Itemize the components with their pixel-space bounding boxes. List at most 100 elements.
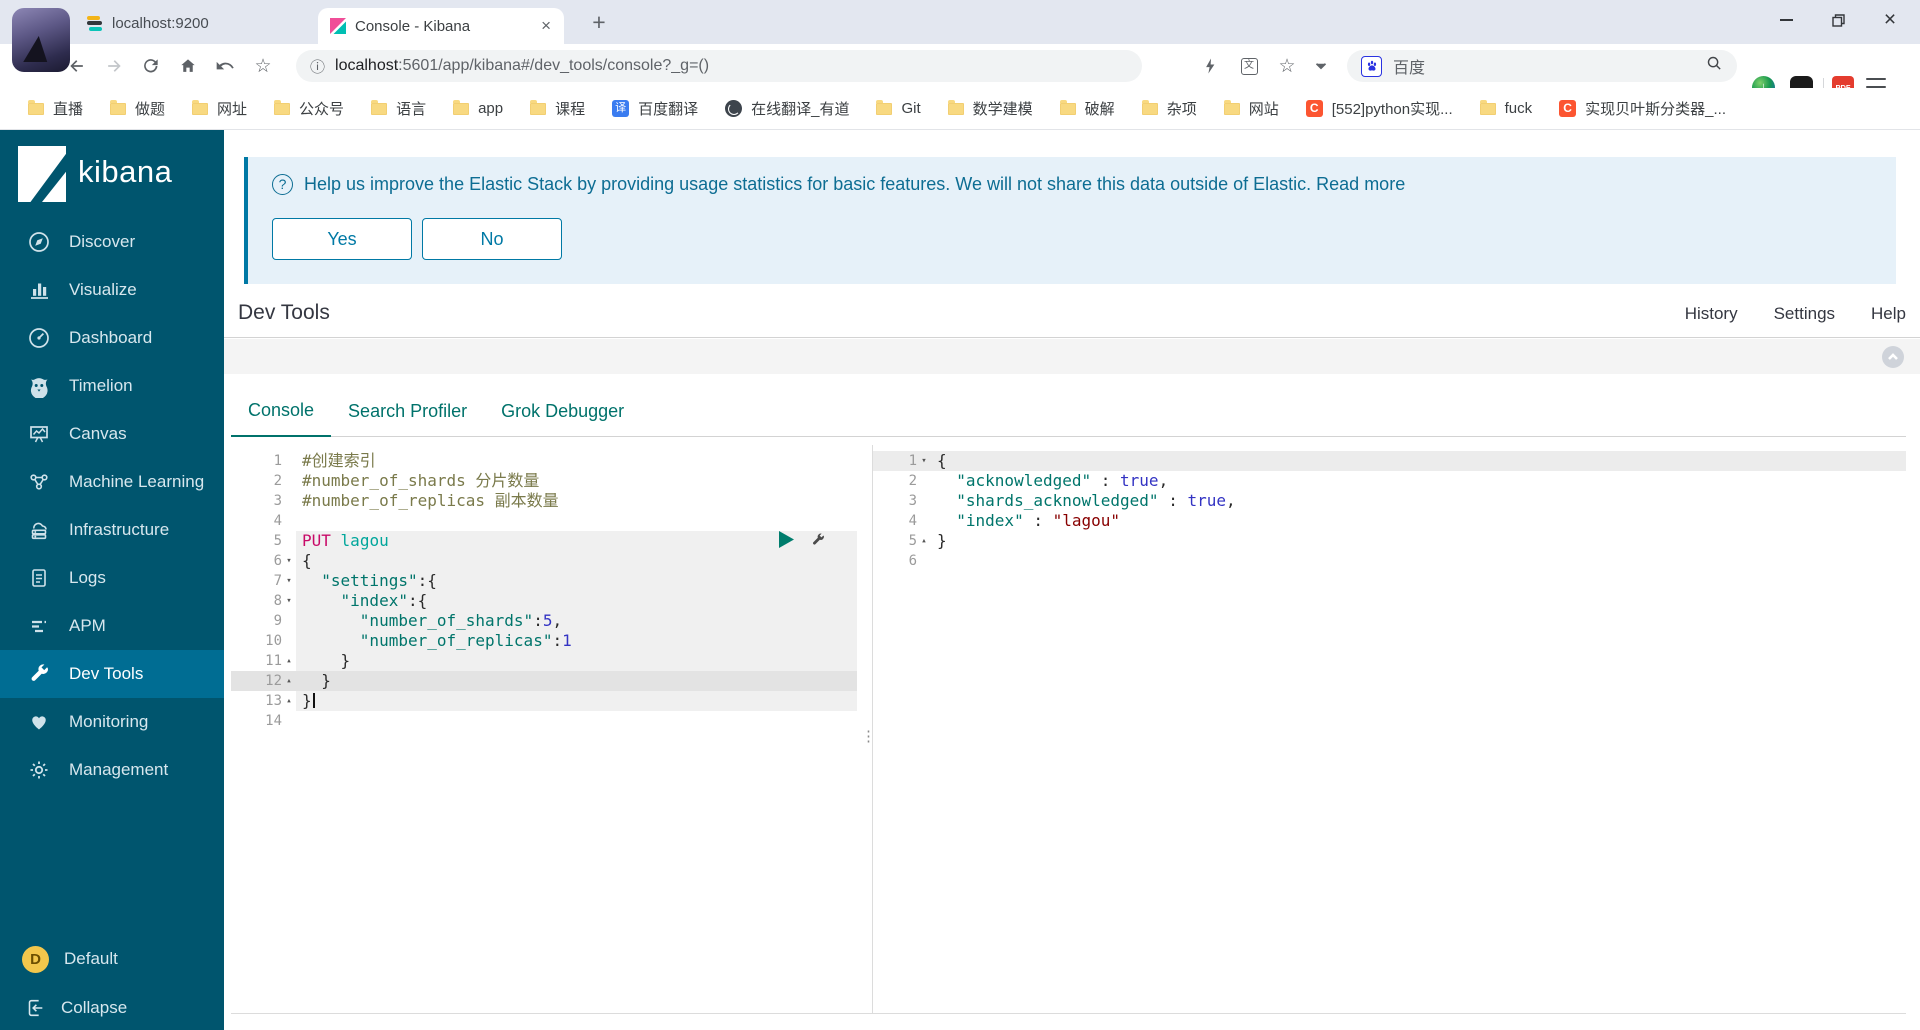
bookmark-item[interactable]: 杂项 bbox=[1141, 98, 1197, 119]
editor-line[interactable]: 11 ▴ } bbox=[231, 651, 857, 671]
scroll-top-button[interactable] bbox=[1882, 346, 1904, 368]
bookmark-item[interactable]: 做题 bbox=[110, 98, 165, 119]
bookmark-item[interactable]: 课程 bbox=[530, 98, 585, 119]
sidebar-item-visualize[interactable]: Visualize bbox=[0, 266, 224, 314]
bookmark-item[interactable]: 公众号 bbox=[274, 98, 344, 119]
request-options-button[interactable] bbox=[810, 532, 826, 548]
editor-line[interactable]: 4 "index" : "lagou" bbox=[873, 511, 1906, 531]
bookmark-item[interactable]: 语言 bbox=[371, 98, 426, 119]
tab-console[interactable]: Console bbox=[231, 385, 332, 437]
tab-close-icon[interactable]: × bbox=[538, 16, 554, 36]
window-restore-button[interactable] bbox=[1814, 0, 1862, 40]
sidebar-item-dashboard[interactable]: Dashboard bbox=[0, 314, 224, 362]
page-info-icon[interactable]: ⓘ bbox=[310, 56, 325, 77]
bookmark-item[interactable]: Git bbox=[876, 99, 921, 117]
fold-close-icon[interactable]: ▴ bbox=[282, 691, 296, 711]
editor-line[interactable]: 13 ▴} bbox=[231, 691, 857, 711]
editor-line[interactable]: 7 ▾ "settings":{ bbox=[231, 571, 857, 591]
editor-line[interactable]: 3 "shards_acknowledged" : true, bbox=[873, 491, 1906, 511]
request-editor[interactable]: 1 #创建索引 2 #number_of_shards 分片数量 3 #number_of… bbox=[231, 445, 857, 1013]
translate-page-icon[interactable]: 文 bbox=[1236, 55, 1262, 77]
header-link-history[interactable]: History bbox=[1685, 304, 1738, 324]
forward-button[interactable] bbox=[99, 52, 129, 80]
editor-line[interactable]: 14 bbox=[231, 711, 857, 731]
editor-line[interactable]: 6 bbox=[873, 551, 1906, 571]
url-star-icon[interactable]: ☆ bbox=[1274, 55, 1300, 77]
tab-search-profiler[interactable]: Search Profiler bbox=[331, 385, 484, 437]
fold-close-icon[interactable]: ▴ bbox=[917, 531, 931, 551]
editor-line[interactable]: 2 #number_of_shards 分片数量 bbox=[231, 471, 857, 491]
editor-line[interactable]: 6 ▾{ bbox=[231, 551, 857, 571]
line-number-gutter: 12 ▴ bbox=[231, 671, 296, 691]
header-link-settings[interactable]: Settings bbox=[1774, 304, 1835, 324]
read-more-link[interactable]: Read more bbox=[1316, 174, 1405, 194]
editor-line[interactable]: 9 "number_of_shards":5, bbox=[231, 611, 857, 631]
bookmark-item[interactable]: 网址 bbox=[192, 98, 247, 119]
editor-line[interactable]: 5 ▴} bbox=[873, 531, 1906, 551]
pane-splitter[interactable]: ⋮ bbox=[857, 445, 876, 1013]
kibana-logo[interactable] bbox=[18, 146, 66, 202]
sidebar-item-infrastructure[interactable]: Infrastructure bbox=[0, 506, 224, 554]
line-number-gutter: 6 ▾ bbox=[231, 551, 296, 571]
fold-close-icon[interactable]: ▴ bbox=[282, 671, 296, 691]
bookmark-item[interactable]: 网站 bbox=[1223, 98, 1279, 119]
history-undo-button[interactable] bbox=[210, 52, 240, 80]
bookmark-item[interactable]: 在线翻译_有道 bbox=[725, 98, 849, 119]
bookmark-item[interactable]: 直播 bbox=[28, 98, 83, 119]
new-tab-button[interactable]: + bbox=[584, 9, 614, 37]
bookmark-item[interactable]: 译百度翻译 bbox=[612, 98, 698, 119]
response-viewer[interactable]: 1 ▾{2 "acknowledged" : true, 3 "shards_ack… bbox=[872, 445, 1906, 1013]
bookmark-item[interactable]: app bbox=[453, 99, 503, 117]
bookmark-item[interactable]: 破解 bbox=[1059, 98, 1115, 119]
editor-line[interactable]: 3 #number_of_replicas 副本数量 bbox=[231, 491, 857, 511]
extension-bolt-icon[interactable] bbox=[1198, 55, 1224, 77]
fold-open-icon[interactable]: ▾ bbox=[282, 551, 296, 571]
bookmark-item[interactable]: C [552]python实现... bbox=[1305, 98, 1453, 119]
sidebar-item-machine-learning[interactable]: Machine Learning bbox=[0, 458, 224, 506]
yes-button[interactable]: Yes bbox=[272, 218, 412, 260]
editor-line[interactable]: 1 ▾ { bbox=[873, 451, 1906, 471]
home-icon bbox=[181, 59, 195, 72]
tab-grok-debugger[interactable]: Grok Debugger bbox=[484, 385, 641, 437]
editor-line[interactable]: 12 ▴ } bbox=[231, 671, 857, 691]
sidebar-item-logs[interactable]: Logs bbox=[0, 554, 224, 602]
sidebar-item-space-default[interactable]: D Default bbox=[0, 936, 224, 982]
reload-button[interactable] bbox=[136, 52, 166, 80]
sidebar-item-timelion[interactable]: Timelion bbox=[0, 362, 224, 410]
send-request-button[interactable] bbox=[779, 531, 794, 548]
window-minimize-button[interactable] bbox=[1762, 0, 1810, 40]
baidu-search-box[interactable]: 百度 bbox=[1347, 50, 1737, 82]
header-link-help[interactable]: Help bbox=[1871, 304, 1906, 324]
browser-profile-avatar[interactable] bbox=[12, 8, 70, 72]
bookmark-label: 在线翻译_有道 bbox=[751, 101, 850, 118]
fold-open-icon[interactable]: ▾ bbox=[282, 571, 296, 591]
search-icon[interactable] bbox=[1706, 55, 1723, 77]
bookmark-item[interactable]: 数学建模 bbox=[947, 98, 1033, 119]
editor-line[interactable]: 4 bbox=[231, 511, 857, 531]
bookmark-item[interactable]: C 实现贝叶斯分类器_... bbox=[1559, 98, 1726, 119]
sidebar-item-apm[interactable]: APM bbox=[0, 602, 224, 650]
fold-open-icon[interactable]: ▾ bbox=[917, 451, 931, 471]
bookmark-item[interactable]: fuck bbox=[1479, 99, 1532, 117]
fold-open-icon[interactable]: ▾ bbox=[282, 591, 296, 611]
sidebar-item-monitoring[interactable]: Monitoring bbox=[0, 698, 224, 746]
sidebar-collapse-button[interactable]: Collapse bbox=[0, 986, 224, 1030]
sidebar-item-canvas[interactable]: Canvas bbox=[0, 410, 224, 458]
browser-tab-kibana-console[interactable]: Console - Kibana × bbox=[318, 8, 564, 44]
editor-line[interactable]: 8 ▾ "index":{ bbox=[231, 591, 857, 611]
no-button[interactable]: No bbox=[422, 218, 562, 260]
fold-close-icon[interactable]: ▴ bbox=[282, 651, 296, 671]
address-bar[interactable]: ⓘ localhost:5601/app/kibana#/dev_tools/c… bbox=[296, 50, 1142, 82]
window-close-button[interactable]: × bbox=[1866, 0, 1914, 40]
editor-line[interactable]: 1 #创建索引 bbox=[231, 451, 857, 471]
chevron-down-icon[interactable] bbox=[1308, 55, 1334, 77]
editor-line[interactable]: 2 "acknowledged" : true, bbox=[873, 471, 1906, 491]
home-button[interactable] bbox=[173, 52, 203, 80]
sidebar-item-management[interactable]: Management bbox=[0, 746, 224, 794]
browser-tab-elasticsearch[interactable]: localhost:9200 bbox=[86, 10, 312, 36]
editor-line[interactable]: 10 "number_of_replicas":1 bbox=[231, 631, 857, 651]
sidebar-item-discover[interactable]: Discover bbox=[0, 218, 224, 266]
sidebar-item-dev-tools[interactable]: Dev Tools bbox=[0, 650, 224, 698]
editor-line[interactable]: 5 PUT lagou bbox=[231, 531, 857, 551]
bookmark-star-button[interactable]: ☆ bbox=[248, 52, 278, 80]
